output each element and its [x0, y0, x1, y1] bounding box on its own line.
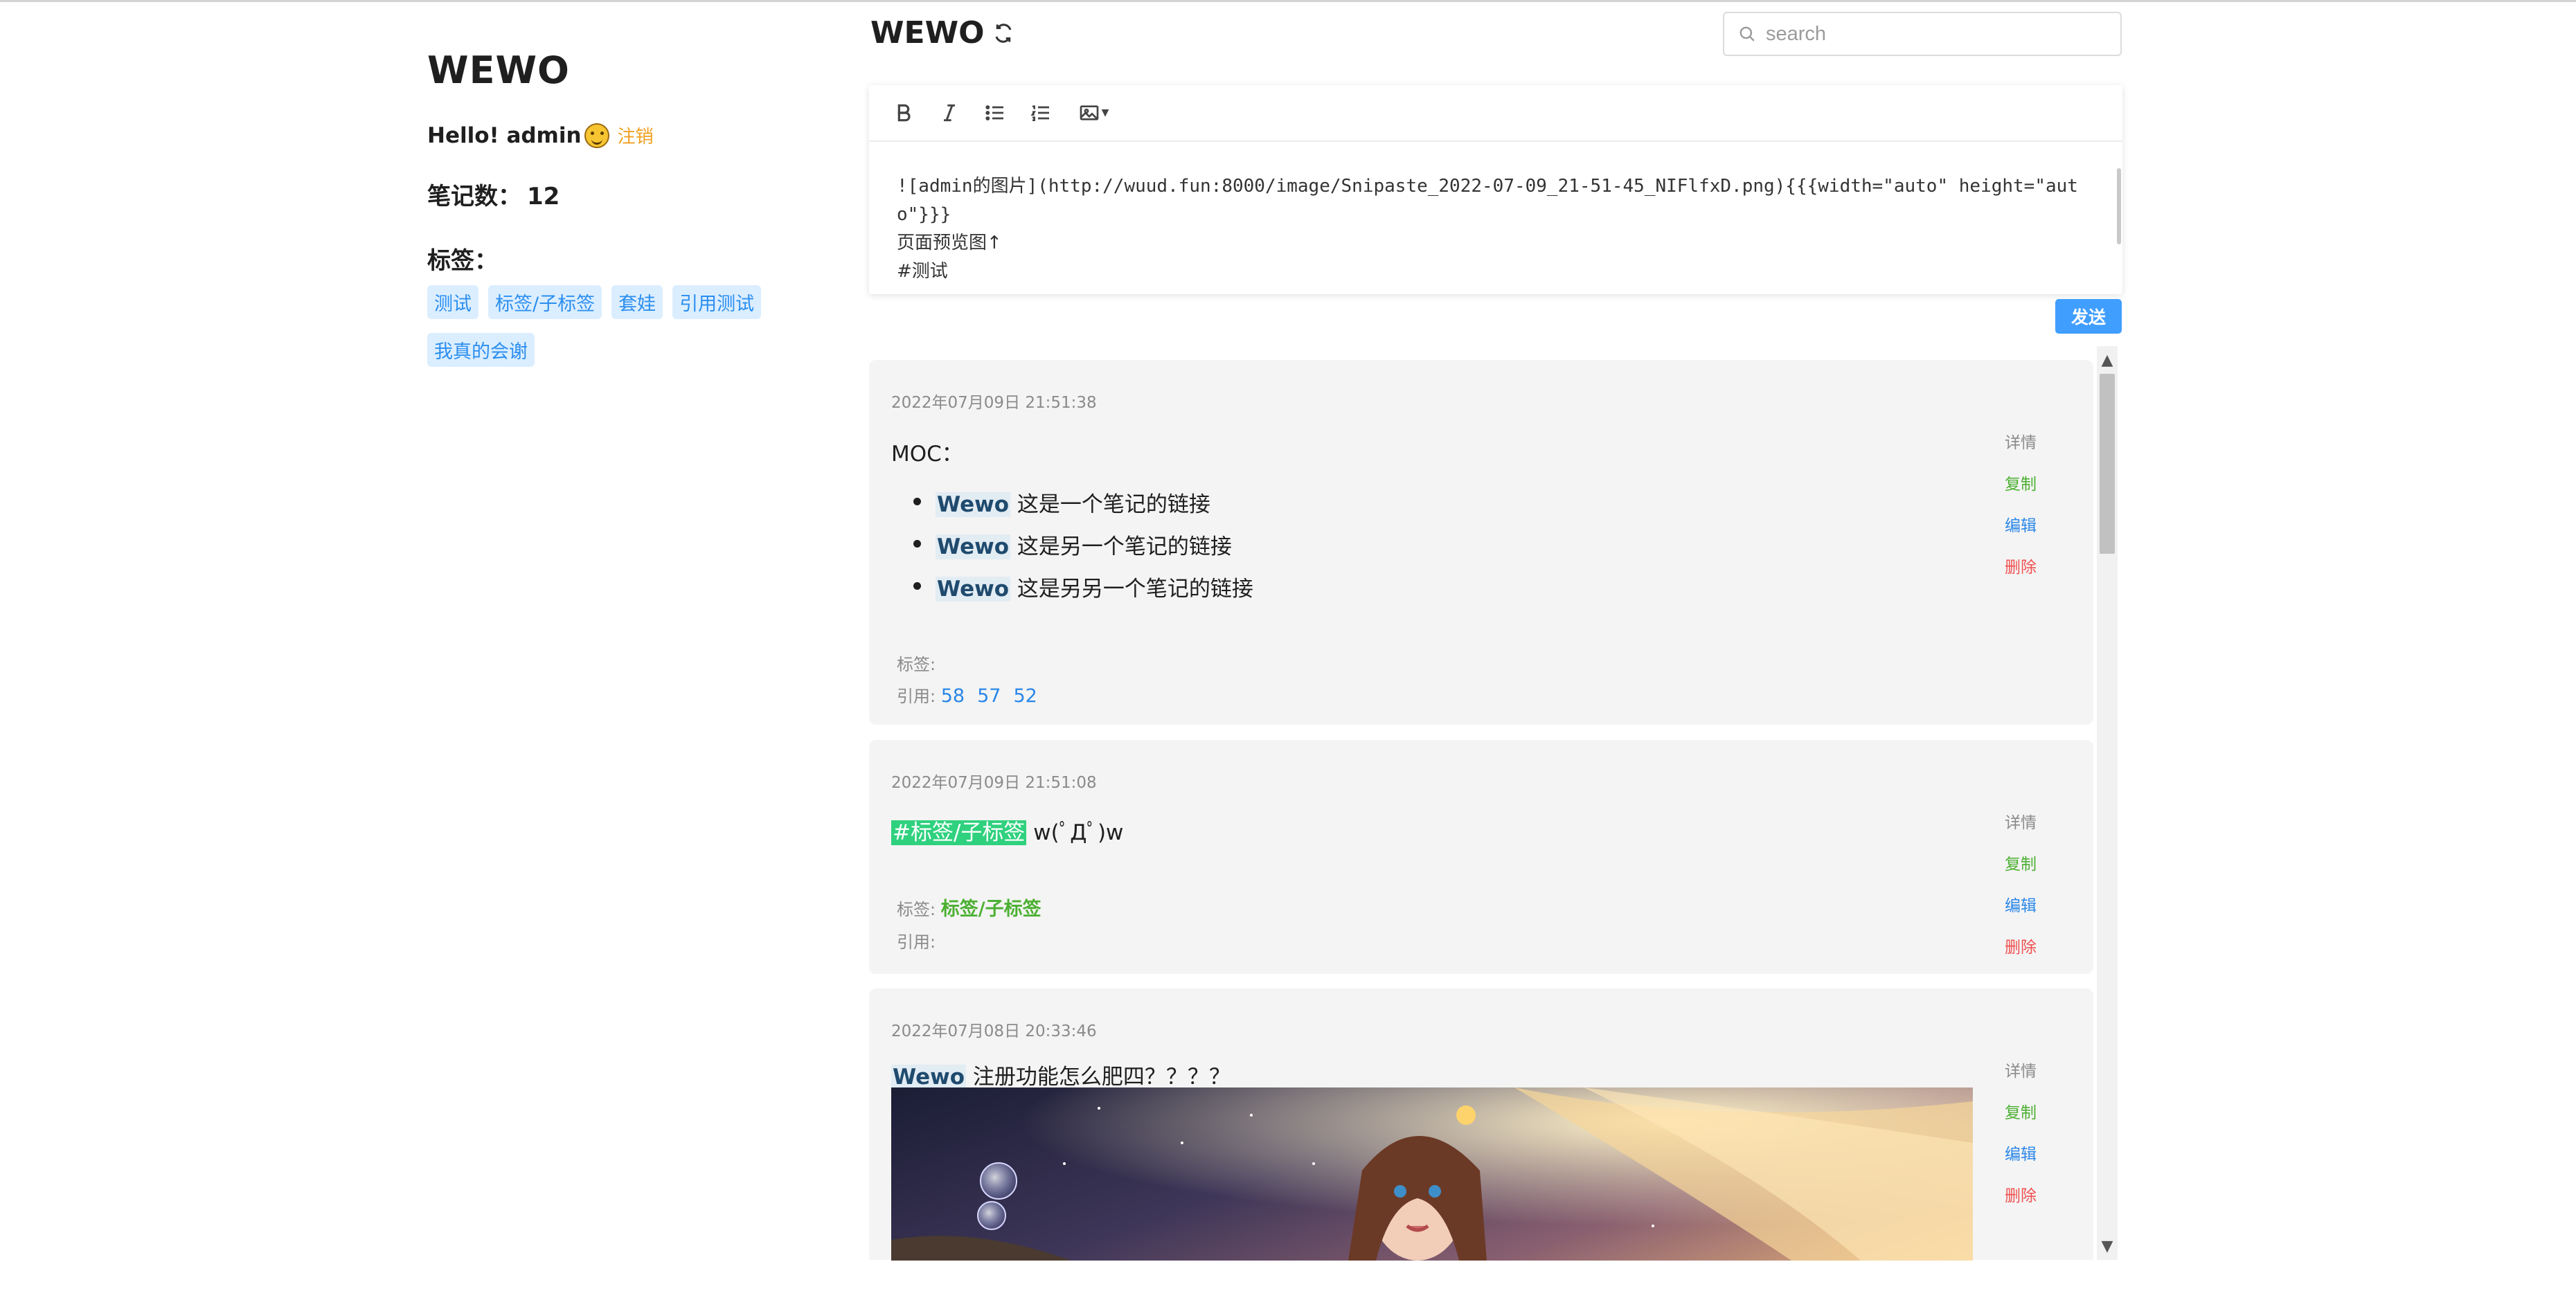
tag-chip[interactable]: 套娃: [611, 285, 663, 319]
note-actions: 详情 复制 编辑 删除: [2005, 1058, 2037, 1206]
ref-link[interactable]: 57: [977, 685, 1001, 707]
list-item-text: 这是另一个笔记的链接: [1010, 534, 1232, 559]
list-item: Wewo 这是一个笔记的链接: [891, 487, 1971, 518]
feed-scrollbar[interactable]: ▲ ▼: [2097, 346, 2118, 1260]
page-title: WEWO: [870, 15, 1014, 51]
note-count-value: 12: [527, 183, 560, 210]
delete-button[interactable]: 删除: [2005, 554, 2037, 577]
copy-button[interactable]: 复制: [2005, 1099, 2037, 1123]
note-card: 2022年07月09日 21:51:38 MOC： Wewo 这是一个笔记的链接…: [869, 360, 2093, 725]
edit-button[interactable]: 编辑: [2005, 892, 2037, 916]
hashtag-link[interactable]: #标签/子标签: [891, 820, 1027, 845]
note-image[interactable]: [891, 1087, 1973, 1261]
note-tag-link[interactable]: 标签/子标签: [941, 899, 1041, 920]
note-tags: 标签: 标签/子标签: [897, 894, 1041, 921]
tag-list: 测试 标签/子标签 套娃 引用测试 我真的会谢: [427, 285, 787, 367]
sidebar: WEWO Hello! admin 注销 笔记数： 12 标签： 测试 标签/子标…: [427, 48, 815, 367]
note-count-label: 笔记数：: [427, 183, 521, 210]
search-box[interactable]: [1723, 12, 2122, 56]
refresh-icon[interactable]: [993, 23, 1014, 44]
ref-link[interactable]: 52: [1013, 685, 1037, 707]
note-count: 笔记数： 12: [427, 177, 815, 211]
tag-chip[interactable]: 标签/子标签: [488, 285, 602, 319]
editor-line: 页面预览图↑: [897, 233, 1002, 253]
smile-emoji-icon: [584, 123, 609, 148]
note-body: Wewo 注册功能怎么肥四？？？？: [891, 1059, 1231, 1090]
greeting-text: Hello! admin: [427, 123, 582, 148]
note-body: #标签/子标签 w(ﾟДﾟ)w: [891, 815, 1123, 846]
tags-label: 标签:: [897, 655, 936, 674]
bullet-list-icon[interactable]: [981, 99, 1009, 127]
editor-line: #测试: [897, 261, 948, 282]
note-actions: 详情 复制 编辑 删除: [2005, 429, 2037, 577]
note-editor: ▼ ![admin的图片](http://wuud.fun:8000/image…: [869, 85, 2122, 294]
note-card: 2022年07月09日 21:51:08 #标签/子标签 w(ﾟДﾟ)w 详情 …: [869, 740, 2093, 974]
detail-button[interactable]: 详情: [2005, 809, 2037, 833]
bold-icon[interactable]: [890, 99, 918, 127]
image-icon[interactable]: ▼: [1073, 99, 1114, 127]
note-tags: 标签:: [897, 651, 936, 675]
note-text: 注册功能怎么肥四？？？？: [966, 1065, 1231, 1090]
scroll-down-arrow-icon[interactable]: ▼: [2097, 1238, 2118, 1255]
edit-button[interactable]: 编辑: [2005, 512, 2037, 536]
tags-title: 标签：: [427, 247, 498, 275]
sidebar-brand: WEWO: [427, 48, 570, 92]
search-icon: [1739, 26, 1755, 42]
note-link-tag[interactable]: Wewo: [936, 492, 1011, 517]
note-time: 2022年07月08日 20:33:46: [891, 1022, 1097, 1040]
tag-chip[interactable]: 引用测试: [672, 285, 762, 319]
top-border: [0, 0, 2576, 2]
delete-button[interactable]: 删除: [2005, 1182, 2037, 1206]
note-link-tag[interactable]: Wewo: [936, 577, 1011, 602]
note-link-tag[interactable]: Wewo: [891, 1065, 967, 1090]
copy-button[interactable]: 复制: [2005, 471, 2037, 494]
editor-textarea[interactable]: ![admin的图片](http://wuud.fun:8000/image/S…: [869, 142, 2122, 286]
tags-label: 标签:: [897, 900, 936, 919]
refs-label: 引用:: [897, 932, 936, 952]
logout-link[interactable]: 注销: [618, 123, 654, 148]
italic-icon[interactable]: [936, 99, 963, 127]
chevron-down-icon: ▼: [1101, 107, 1109, 118]
ordered-list-icon[interactable]: [1027, 99, 1055, 127]
note-actions: 详情 复制 编辑 删除: [2005, 809, 2037, 957]
detail-button[interactable]: 详情: [2005, 429, 2037, 453]
note-link-tag[interactable]: Wewo: [936, 534, 1011, 559]
list-item-text: 这是一个笔记的链接: [1010, 492, 1210, 517]
greeting: Hello! admin 注销: [427, 123, 815, 148]
editor-scrollbar[interactable]: [2117, 168, 2121, 244]
refs-label: 引用:: [897, 687, 936, 706]
editor-line: ![admin的图片](http://wuud.fun:8000/image/S…: [897, 176, 2078, 225]
search-input[interactable]: [1766, 22, 2098, 46]
note-time: 2022年07月09日 21:51:38: [891, 394, 1097, 412]
tag-chip[interactable]: 我真的会谢: [427, 333, 535, 367]
editor-toolbar: ▼: [869, 85, 2122, 142]
send-button[interactable]: 发送: [2055, 299, 2122, 334]
detail-button[interactable]: 详情: [2005, 1058, 2037, 1081]
list-item-text: 这是另另一个笔记的链接: [1010, 577, 1253, 602]
note-refs: 引用: 58 57 52: [897, 683, 1050, 707]
edit-button[interactable]: 编辑: [2005, 1141, 2037, 1164]
note-refs: 引用:: [897, 928, 936, 953]
note-text: w(ﾟДﾟ)w: [1026, 820, 1124, 845]
page-title-text: WEWO: [870, 15, 985, 51]
delete-button[interactable]: 删除: [2005, 934, 2037, 957]
note-body: MOC： Wewo 这是一个笔记的链接 Wewo 这是另一个笔记的链接 Wewo…: [891, 436, 1971, 613]
scroll-up-arrow-icon[interactable]: ▲: [2097, 352, 2118, 369]
list-item: Wewo 这是另一个笔记的链接: [891, 529, 1971, 560]
illustration-graphic: [891, 1087, 1973, 1261]
note-heading: MOC：: [891, 442, 963, 467]
ref-link[interactable]: 58: [941, 685, 965, 707]
list-item: Wewo 这是另另一个笔记的链接: [891, 571, 1971, 602]
note-time: 2022年07月09日 21:51:08: [891, 774, 1097, 792]
copy-button[interactable]: 复制: [2005, 851, 2037, 874]
note-link-list: Wewo 这是一个笔记的链接 Wewo 这是另一个笔记的链接 Wewo 这是另另…: [891, 487, 1971, 602]
scroll-thumb[interactable]: [2100, 374, 2115, 554]
tag-chip[interactable]: 测试: [427, 285, 478, 319]
